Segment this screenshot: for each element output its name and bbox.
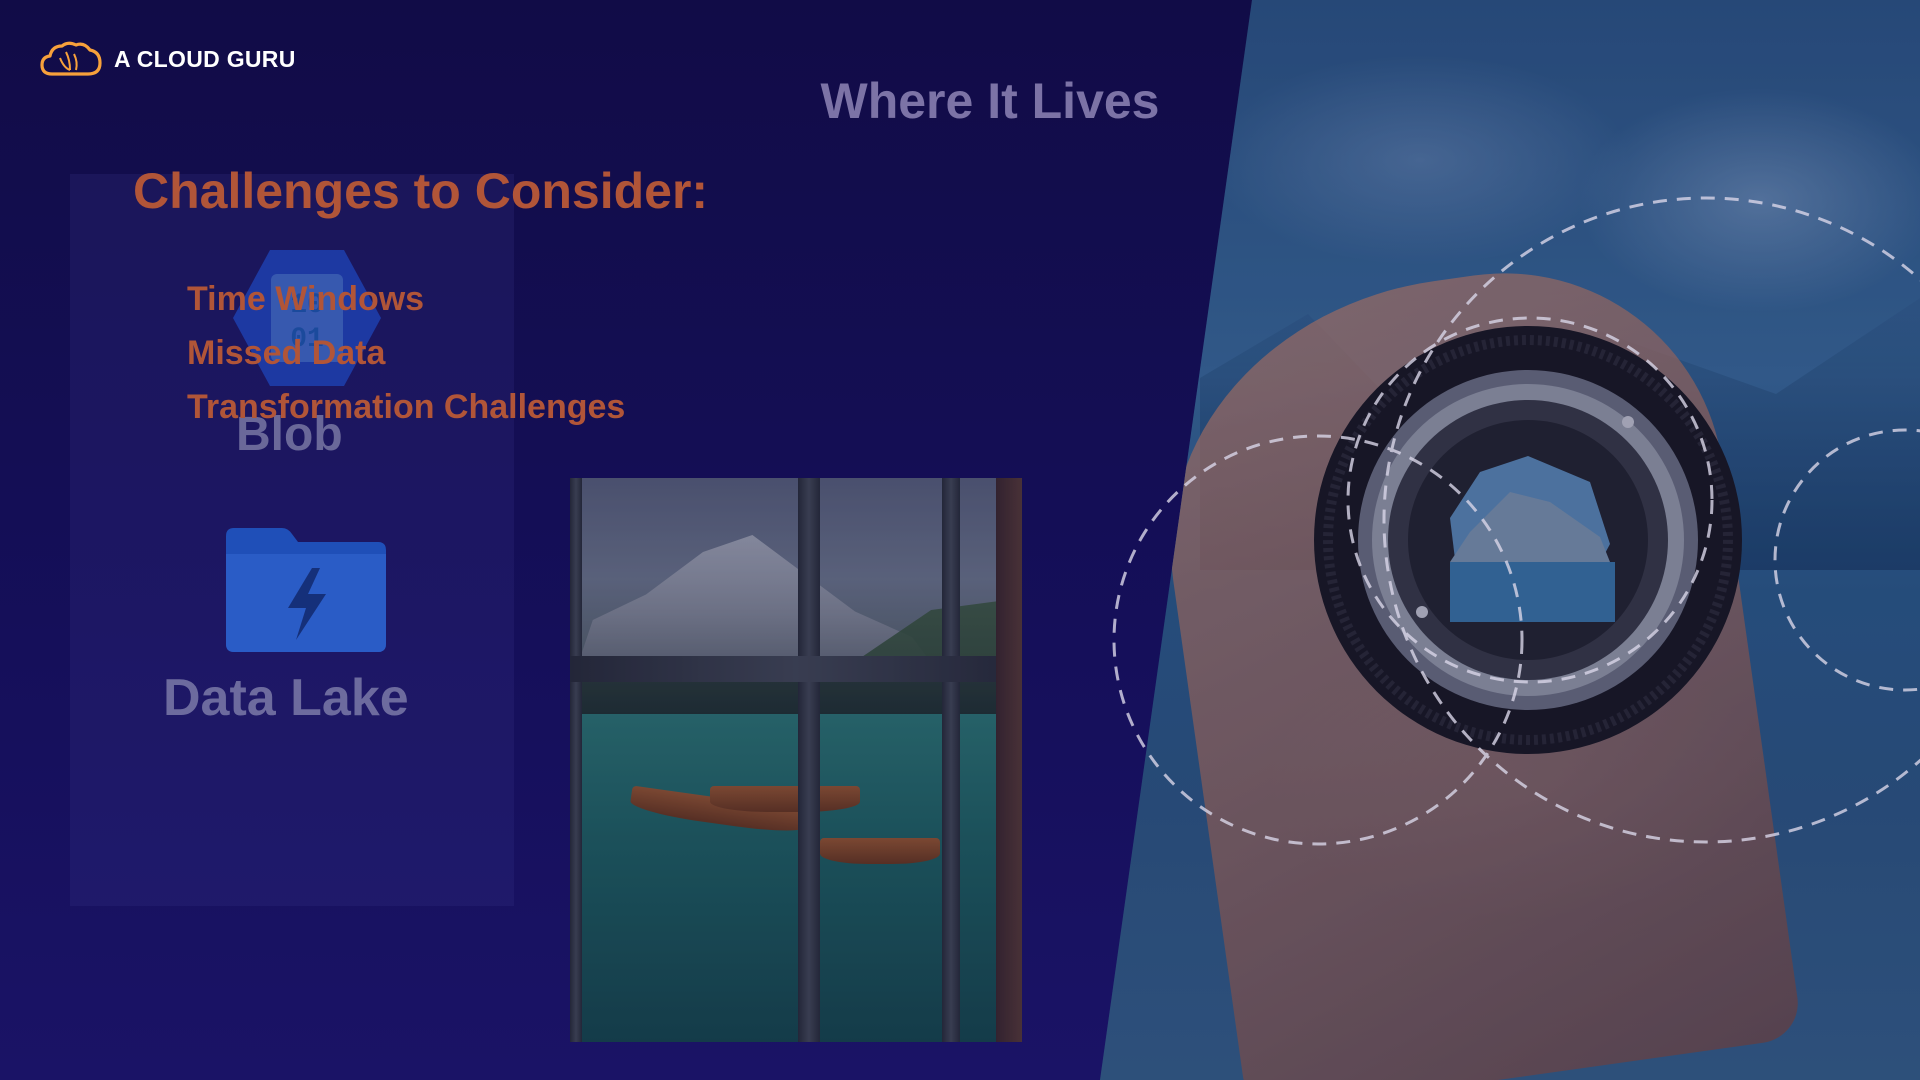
data-lake-folder-icon bbox=[226, 528, 386, 652]
window-lake-photo bbox=[570, 478, 1022, 1042]
challenges-list: Time Windows Missed Data Transformation … bbox=[187, 272, 625, 434]
list-item: Transformation Challenges bbox=[187, 388, 626, 426]
cloud-icon bbox=[40, 41, 102, 76]
data-lake-label: Data Lake bbox=[163, 669, 409, 727]
photo-tint bbox=[570, 478, 1022, 1042]
heading-where-it-lives: Where It Lives bbox=[820, 73, 1160, 129]
brand-name: A CLOUD GURU bbox=[114, 45, 296, 72]
heading-challenges: Challenges to Consider: bbox=[133, 163, 709, 219]
slide: 10 01 Blob Data Lake A CLOUD GURU Where … bbox=[0, 0, 1920, 1080]
brand-logo: A CLOUD GURU bbox=[40, 40, 296, 78]
list-item: Time Windows bbox=[187, 280, 425, 318]
list-item: Missed Data bbox=[187, 334, 386, 372]
